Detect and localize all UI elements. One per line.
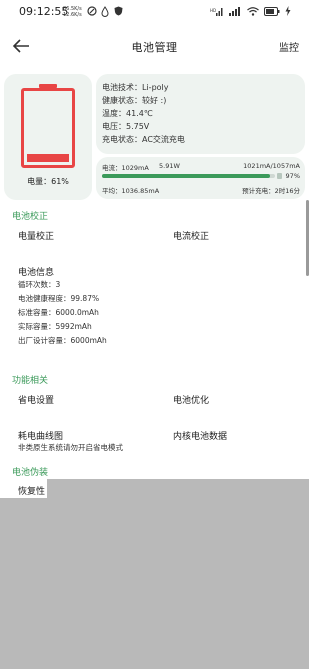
battery-actual-capacity: 实际容量：5992mAh: [18, 322, 92, 331]
charge-progress-fill: [102, 174, 270, 178]
current-calibration-item[interactable]: 电流校正: [173, 229, 209, 242]
battery-cycles: 循环次数：3: [18, 280, 61, 289]
power-save-settings-item[interactable]: 省电设置: [18, 393, 54, 406]
app-header: 电池管理 监控: [0, 30, 309, 64]
battery-level-card: 电量：61%: [4, 74, 92, 200]
battery-level-label: 电量：61%: [27, 177, 69, 186]
section-features-title: 功能相关: [12, 376, 49, 386]
kernel-battery-data-item[interactable]: 内核电池数据: [173, 429, 227, 442]
cellular-signal-icon: HD: [210, 7, 223, 16]
app-notification-icon: [87, 6, 97, 16]
info-technology: 电池技术：Li-poly: [102, 83, 169, 92]
wifi-icon: [247, 6, 259, 16]
battery-health-percent: 电池健康程度：99.87%: [18, 294, 100, 303]
monitor-button[interactable]: 监控: [279, 39, 299, 54]
network-speed-down: 12.6K/s: [63, 12, 82, 18]
section-disguise-title: 电池伪装: [12, 468, 49, 478]
info-voltage: 电压：5.75V: [102, 122, 150, 131]
restore-item[interactable]: 恢复性: [18, 484, 45, 497]
shield-notification-icon: [114, 6, 123, 16]
battery-outline: [21, 88, 75, 168]
gray-overlay-bottom: [0, 498, 309, 669]
power-curve-item[interactable]: 耗电曲线图: [18, 429, 63, 442]
battery-info-title[interactable]: 电池信息: [18, 265, 54, 278]
status-time: 09:12:55: [19, 5, 69, 18]
flow-current: 电流：1029mA: [102, 164, 149, 172]
charge-progress-bar: [102, 174, 275, 178]
signal-bars-icon: [229, 6, 240, 16]
flow-average: 平均：1036.85mA: [102, 187, 160, 195]
network-speed: 86.5K/s 12.6K/s: [63, 6, 82, 18]
flow-percent: 97%: [285, 172, 300, 180]
battery-standard-capacity: 标准容量：6000.0mAh: [18, 308, 99, 317]
info-temperature: 温度：41.4℃: [102, 109, 153, 118]
battery-status-icon: [264, 6, 280, 16]
flow-estimate: 预计充电：2时16分: [242, 187, 300, 195]
flow-power: 5.91W: [159, 162, 180, 170]
charge-progress-end: [277, 173, 282, 179]
info-health: 健康状态：较好 :): [102, 96, 167, 105]
current-flow-card: 电流：1029mA 5.91W 1021mA/1057mA 97% 平均：103…: [96, 157, 305, 199]
battery-info-card: 电池技术：Li-poly 健康状态：较好 :) 温度：41.4℃ 电压：5.75…: [96, 74, 305, 154]
charging-bolt-icon: [285, 6, 291, 16]
info-charging: 充电状态：AC交流充电: [102, 135, 185, 144]
battery-fill: [27, 154, 69, 162]
section-calibration-title: 电池校正: [12, 212, 49, 222]
battery-design-capacity: 出厂设计容量：6000mAh: [18, 336, 107, 345]
status-right: HD: [210, 6, 291, 16]
scrollbar-thumb[interactable]: [306, 200, 309, 276]
battery-optimize-item[interactable]: 电池优化: [173, 393, 209, 406]
charge-calibration-item[interactable]: 电量校正: [18, 229, 54, 242]
page-title: 电池管理: [131, 41, 178, 54]
power-curve-note: 非类原生系统请勿开启省电模式: [18, 443, 123, 452]
flow-capacity: 1021mA/1057mA: [243, 162, 300, 170]
svg-text:HD: HD: [210, 8, 216, 13]
drop-notification-icon: [101, 6, 109, 17]
status-bar: 09:12:55 86.5K/s 12.6K/s HD: [0, 0, 309, 24]
